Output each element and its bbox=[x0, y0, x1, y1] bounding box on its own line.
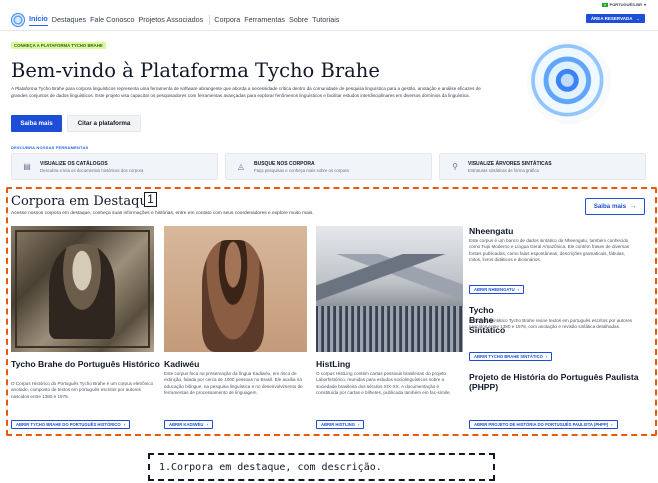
link-label: ABRIR TYCHO BRAHE DO PORTUGUÊS HISTÓRICO bbox=[16, 422, 121, 427]
language-label: PORTUGUÊS-BR bbox=[609, 2, 642, 7]
learn-more-button[interactable]: Saiba mais bbox=[11, 115, 62, 132]
card-title: HistLing bbox=[316, 359, 351, 369]
tools-label: DESCUBRA NOSSAS FERRAMENTAS bbox=[11, 145, 89, 150]
link-label: ABRIR NHEENGATU bbox=[474, 287, 515, 292]
card-desc: Este corpus foca na preservação da língu… bbox=[164, 371, 303, 396]
featured-description: Acesse nossos corpora em destaque, conhe… bbox=[11, 211, 314, 216]
chevron-right-icon: › bbox=[206, 422, 208, 427]
link-label: ABRIR TYCHO BRAHE SINTÁTICO bbox=[474, 354, 543, 359]
histling-photo bbox=[316, 226, 463, 352]
link-label: ABRIR HISTLING bbox=[321, 422, 355, 427]
main-nav: Início Destaques Fale Conosco Projetos A… bbox=[0, 9, 658, 31]
kadiweu-photo bbox=[164, 226, 307, 352]
tool-desc: Descubra e leia os documentos históricos… bbox=[40, 167, 144, 173]
arrow-right-icon: → bbox=[630, 203, 637, 210]
arrow-right-icon: → bbox=[635, 16, 641, 21]
link-label: ABRIR PROJETO DE HISTÓRIA DO PORTUGUÊS P… bbox=[474, 422, 609, 427]
card-title: Kadiwéu bbox=[164, 359, 200, 369]
nav-item-inicio[interactable]: Início bbox=[29, 14, 48, 26]
open-corpus-link[interactable]: ABRIR KADIWÉU › bbox=[164, 420, 213, 429]
chevron-right-icon: › bbox=[517, 287, 520, 292]
chart-icon: ◬ bbox=[237, 161, 245, 171]
tool-title: VISUALIZE ÁRVORES SINTÁTICAS bbox=[468, 160, 552, 167]
open-corpus-link[interactable]: ABRIR HISTLING › bbox=[316, 420, 365, 429]
tool-title: VISUALIZE OS CATÁLOGOS bbox=[40, 160, 108, 167]
platform-logo-icon[interactable] bbox=[11, 12, 25, 27]
top-bar: PORTUGUÊS-BR ▾ bbox=[0, 0, 658, 9]
chevron-right-icon: › bbox=[611, 422, 613, 427]
nav-item-ferramentas[interactable]: Ferramentas bbox=[244, 15, 285, 24]
card-desc: O corpus HistLing contém cartas pessoais… bbox=[316, 371, 451, 396]
open-corpus-link[interactable]: ABRIR TYCHO BRAHE SINTÁTICO › bbox=[469, 352, 553, 361]
open-corpus-link[interactable]: ABRIR NHEENGATU › bbox=[469, 285, 525, 294]
chevron-right-icon: › bbox=[123, 422, 126, 427]
nav-item-destaques[interactable]: Destaques bbox=[52, 15, 86, 24]
tool-desc: Faça pesquisas e conheça mais sobre os c… bbox=[254, 167, 349, 173]
cite-platform-button[interactable]: Citar a plataforma bbox=[67, 115, 141, 132]
tycho-brahe-portrait bbox=[11, 226, 154, 352]
open-corpus-link[interactable]: ABRIR PROJETO DE HISTÓRIA DO PORTUGUÊS P… bbox=[469, 420, 618, 429]
card-desc: Este corpus é um banco de dados sintátic… bbox=[469, 238, 630, 263]
reserved-area-button[interactable]: ÁREA RESERVADA → bbox=[585, 14, 645, 23]
open-corpus-link[interactable]: ABRIR TYCHO BRAHE DO PORTUGUÊS HISTÓRICO… bbox=[11, 420, 131, 429]
hero-description: A Plataforma Tycho Brahe para corpora li… bbox=[11, 86, 481, 98]
document-icon: ▤ bbox=[23, 161, 31, 171]
annotation-caption: 1.Corpora em destaque, com descrição. bbox=[148, 453, 495, 481]
annotation-marker: 1 bbox=[144, 192, 157, 207]
featured-more-button[interactable]: Saiba mais → bbox=[585, 198, 645, 215]
tool-desc: Estruturas sintáticas de forma gráfica bbox=[468, 167, 539, 173]
nav-divider bbox=[209, 14, 211, 25]
card-title: Tycho Brahe do Português Histórico bbox=[11, 359, 160, 369]
card-desc: O Corpus Histórico do Português Tycho Br… bbox=[11, 381, 154, 399]
tree-icon: ⚲ bbox=[452, 161, 458, 171]
nav-item-projetos-associados[interactable]: Projetos Associados bbox=[139, 15, 204, 24]
tool-card-catalogs[interactable]: ▤ VISUALIZE OS CATÁLOGOS Descubra e leia … bbox=[11, 153, 218, 180]
nav-item-corpora[interactable]: Corpora bbox=[214, 15, 240, 24]
tool-card-trees[interactable]: ⚲ VISUALIZE ÁRVORES SINTÁTICAS Estruturas… bbox=[439, 153, 646, 180]
platform-orb-logo bbox=[527, 40, 611, 124]
featured-more-label: Saiba mais bbox=[593, 203, 627, 210]
featured-title: Corpora em Destaque bbox=[11, 194, 156, 209]
card-title: Nheengatu bbox=[469, 226, 514, 236]
link-label: ABRIR KADIWÉU bbox=[169, 422, 204, 427]
chevron-down-icon: ▾ bbox=[643, 2, 646, 7]
reserved-area-label: ÁREA RESERVADA bbox=[590, 16, 633, 21]
nav-item-fale-conosco[interactable]: Fale Conosco bbox=[90, 15, 134, 24]
tool-card-search[interactable]: ◬ BUSQUE NOS CORPORA Faça pesquisas e con… bbox=[225, 153, 432, 180]
chevron-right-icon: › bbox=[357, 422, 360, 427]
language-selector[interactable]: PORTUGUÊS-BR ▾ bbox=[601, 2, 646, 7]
hero-tag: CONHEÇA A PLATAFORMA TYCHO BRAHE bbox=[11, 42, 106, 49]
card-title: Projeto de História do Português Paulist… bbox=[469, 372, 639, 392]
brazil-flag-icon bbox=[601, 2, 608, 7]
card-desc: O Corpus Sintático Tycho Brahe reúne tex… bbox=[469, 318, 633, 330]
nav-item-sobre[interactable]: Sobre bbox=[289, 15, 308, 24]
chevron-right-icon: › bbox=[545, 354, 548, 359]
page-title: Bem-vindo à Plataforma Tycho Brahe bbox=[11, 59, 380, 82]
nav-item-tutoriais[interactable]: Tutoriais bbox=[312, 15, 339, 24]
tool-title: BUSQUE NOS CORPORA bbox=[254, 160, 315, 167]
